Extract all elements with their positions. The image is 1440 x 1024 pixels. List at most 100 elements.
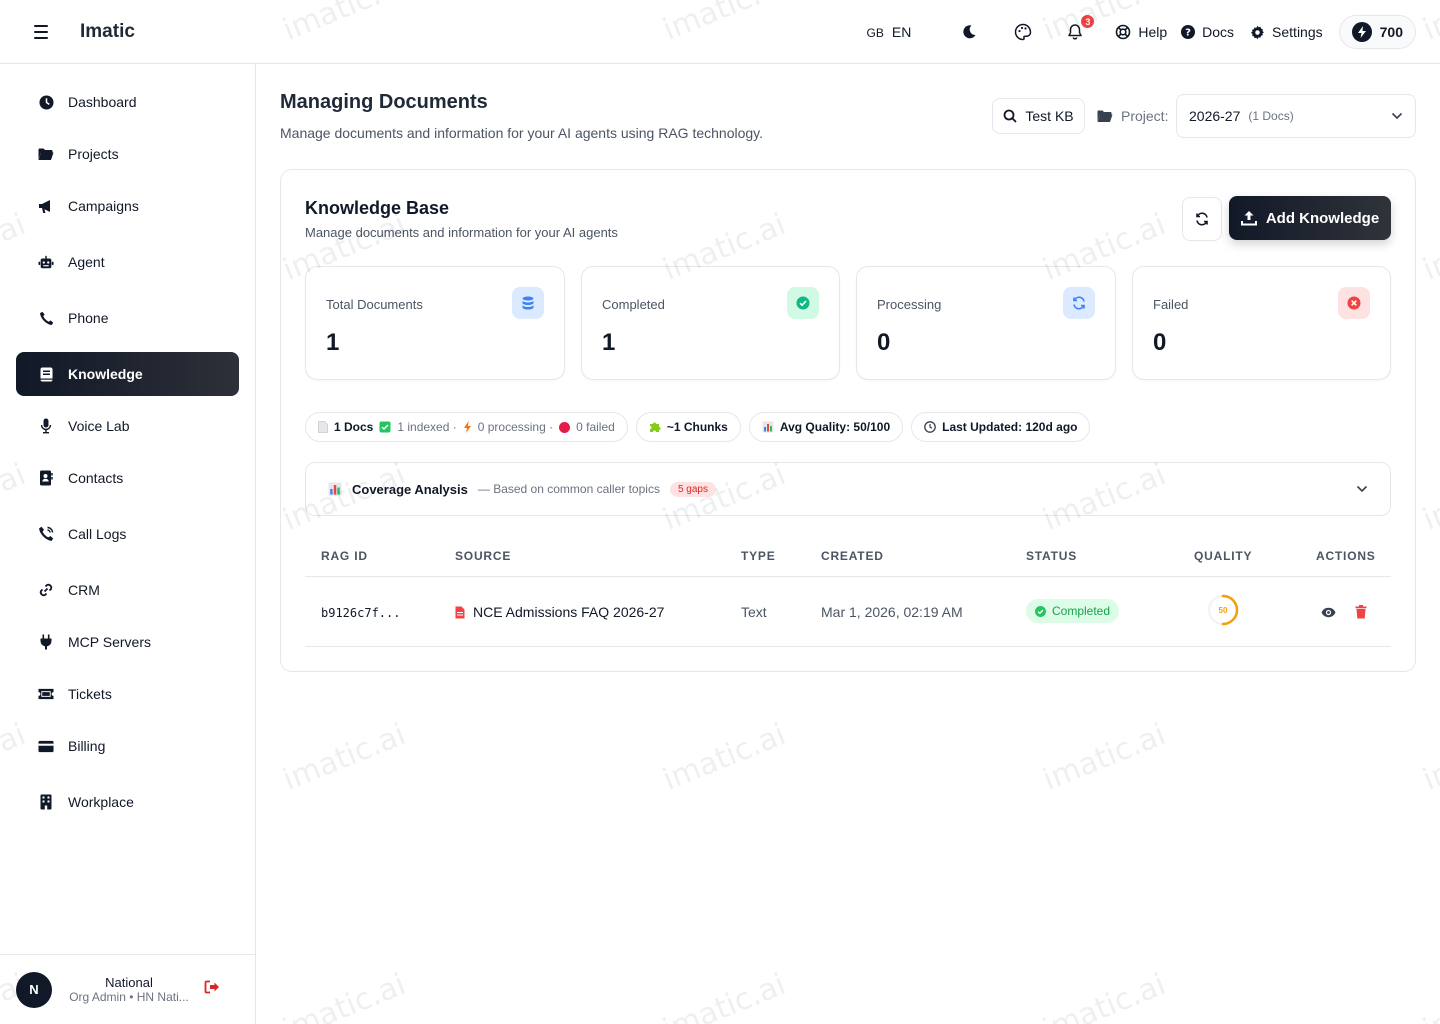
project-doc-count: (1 Docs) (1248, 109, 1294, 123)
sidebar-item-agent[interactable]: Agent (16, 240, 239, 284)
refresh-icon (1196, 212, 1208, 226)
documents-table-header: RAG ID SOURCE TYPE CREATED STATUS QUALIT… (305, 540, 1391, 577)
column-header-status: STATUS (1026, 549, 1078, 563)
sidebar-item-label: Agent (68, 254, 105, 270)
coverage-subtitle: — Based on common caller topics (477, 482, 660, 496)
avg-quality-value: Avg Quality: 50/100 (779, 420, 891, 434)
status-badge: Completed (1026, 599, 1120, 623)
watermark-text: imatic.ai (658, 967, 791, 1024)
watermark-text: imatic.ai (1038, 717, 1171, 798)
docs-label: Docs (1202, 24, 1235, 40)
folder-open-icon (1097, 110, 1113, 122)
sidebar-item-label: Phone (68, 310, 109, 326)
link-icon (38, 582, 54, 598)
docs-count: 1 Docs (334, 420, 374, 434)
column-header-created: CREATED (821, 549, 884, 563)
settings-label: Settings (1272, 24, 1323, 40)
sidebar: Dashboard Projects Campaigns Agent Phone… (0, 64, 256, 1024)
sidebar-item-call-logs[interactable]: Call Logs (16, 512, 239, 556)
last-updated-chip: Last Updated: 120d ago (911, 412, 1091, 442)
credits-amount: 700 (1379, 24, 1403, 40)
docs-link[interactable]: ? Docs (1181, 24, 1234, 40)
delete-trash-icon[interactable] (1352, 603, 1370, 621)
upload-icon (1240, 211, 1257, 226)
palette-icon[interactable] (1009, 18, 1037, 46)
credit-card-icon (38, 738, 54, 754)
settings-link[interactable]: Settings (1250, 24, 1323, 40)
check-circle-icon (1035, 605, 1046, 617)
bar-chart-icon (328, 482, 342, 496)
stat-card-total-documents: Total Documents 1 (305, 266, 565, 380)
column-header-actions: ACTIONS (1316, 549, 1376, 563)
view-eye-icon[interactable] (1319, 603, 1337, 621)
sidebar-item-workplace[interactable]: Workplace (16, 780, 239, 824)
dark-mode-moon-icon[interactable] (955, 18, 983, 46)
sidebar-item-label: Call Logs (68, 526, 127, 542)
sidebar-item-voice-lab[interactable]: Voice Lab (16, 404, 239, 448)
indexed-count: 1 indexed · (397, 420, 457, 434)
sidebar-item-mcp-servers[interactable]: MCP Servers (16, 620, 239, 664)
sidebar-item-billing[interactable]: Billing (16, 724, 239, 768)
refresh-button[interactable] (1182, 197, 1222, 241)
stat-card-processing: Processing 0 (856, 266, 1116, 380)
docs-summary-chip: 1 Docs 1 indexed · 0 processing · 0 fail… (305, 412, 628, 442)
top-bar-actions: GB EN 3 Help ? Docs Settings 700 (867, 14, 1416, 50)
test-kb-button[interactable]: Test KB (992, 98, 1085, 134)
avatar[interactable]: N (16, 971, 52, 1008)
sync-icon (1063, 287, 1095, 319)
user-profile: N National Org Admin • HN Nati... (0, 954, 255, 1024)
notification-bell-icon[interactable]: 3 (1061, 14, 1096, 46)
column-header-quality: QUALITY (1194, 549, 1253, 563)
project-select[interactable]: 2026-27 (1 Docs) (1176, 94, 1416, 138)
sidebar-item-label: Knowledge (68, 366, 143, 382)
bar-chart-icon (762, 421, 774, 433)
sidebar-item-dashboard[interactable]: Dashboard (16, 80, 239, 124)
status-label: Completed (1052, 604, 1111, 618)
sidebar-item-tickets[interactable]: Tickets (16, 672, 239, 716)
kb-title: Knowledge Base (305, 198, 450, 218)
sidebar-item-campaigns[interactable]: Campaigns (16, 184, 239, 228)
sidebar-item-contacts[interactable]: Contacts (16, 456, 239, 500)
gear-icon (1250, 25, 1265, 39)
contacts-icon (38, 470, 54, 486)
sidebar-item-label: MCP Servers (68, 634, 151, 650)
knowledge-base-card: Knowledge Base Manage documents and info… (280, 169, 1416, 672)
language-selector[interactable]: GB EN (867, 24, 912, 40)
hamburger-menu-icon[interactable] (34, 22, 54, 42)
watermark-text: imatic.ai (278, 967, 411, 1024)
help-link[interactable]: Help (1115, 24, 1167, 40)
failed-count: 0 failed (576, 420, 615, 434)
summary-chips: 1 Docs 1 indexed · 0 processing · 0 fail… (305, 412, 1091, 442)
sidebar-item-label: Billing (68, 738, 106, 754)
processing-count: 0 processing · (477, 420, 554, 434)
app-brand: Imatic (80, 21, 135, 42)
sidebar-item-phone[interactable]: Phone (16, 296, 239, 340)
sidebar-item-knowledge[interactable]: Knowledge (16, 352, 239, 396)
logout-icon[interactable] (204, 980, 220, 999)
ticket-icon (38, 686, 54, 702)
sidebar-item-label: Dashboard (68, 94, 137, 110)
quality-ring: 50 (1207, 594, 1239, 626)
stat-label: Completed (602, 297, 665, 312)
column-header-rag-id: RAG ID (321, 549, 368, 563)
add-knowledge-button[interactable]: Add Knowledge (1229, 196, 1391, 240)
sidebar-item-crm[interactable]: CRM (16, 568, 239, 612)
column-header-source: SOURCE (455, 549, 512, 563)
x-circle-icon (1338, 287, 1370, 319)
user-info: National Org Admin • HN Nati... (64, 975, 194, 1004)
megaphone-icon (38, 198, 54, 214)
sidebar-item-label: Voice Lab (68, 418, 130, 434)
watermark-text: imatic.ai (1038, 967, 1171, 1024)
coverage-analysis-toggle[interactable]: Coverage Analysis — Based on common call… (305, 462, 1391, 516)
sidebar-item-label: Tickets (68, 686, 112, 702)
credits-balance-button[interactable]: 700 (1338, 15, 1416, 49)
avg-quality-chip: Avg Quality: 50/100 (748, 412, 904, 442)
page-subtitle: Manage documents and information for you… (280, 125, 764, 141)
document-icon (318, 421, 328, 433)
sidebar-item-projects[interactable]: Projects (16, 132, 239, 176)
sidebar-item-label: CRM (68, 582, 100, 598)
checkbox-icon (379, 421, 391, 433)
column-header-type: TYPE (741, 549, 776, 563)
stat-card-completed: Completed 1 (581, 266, 840, 380)
watermark-text: imatic.ai (658, 717, 791, 798)
